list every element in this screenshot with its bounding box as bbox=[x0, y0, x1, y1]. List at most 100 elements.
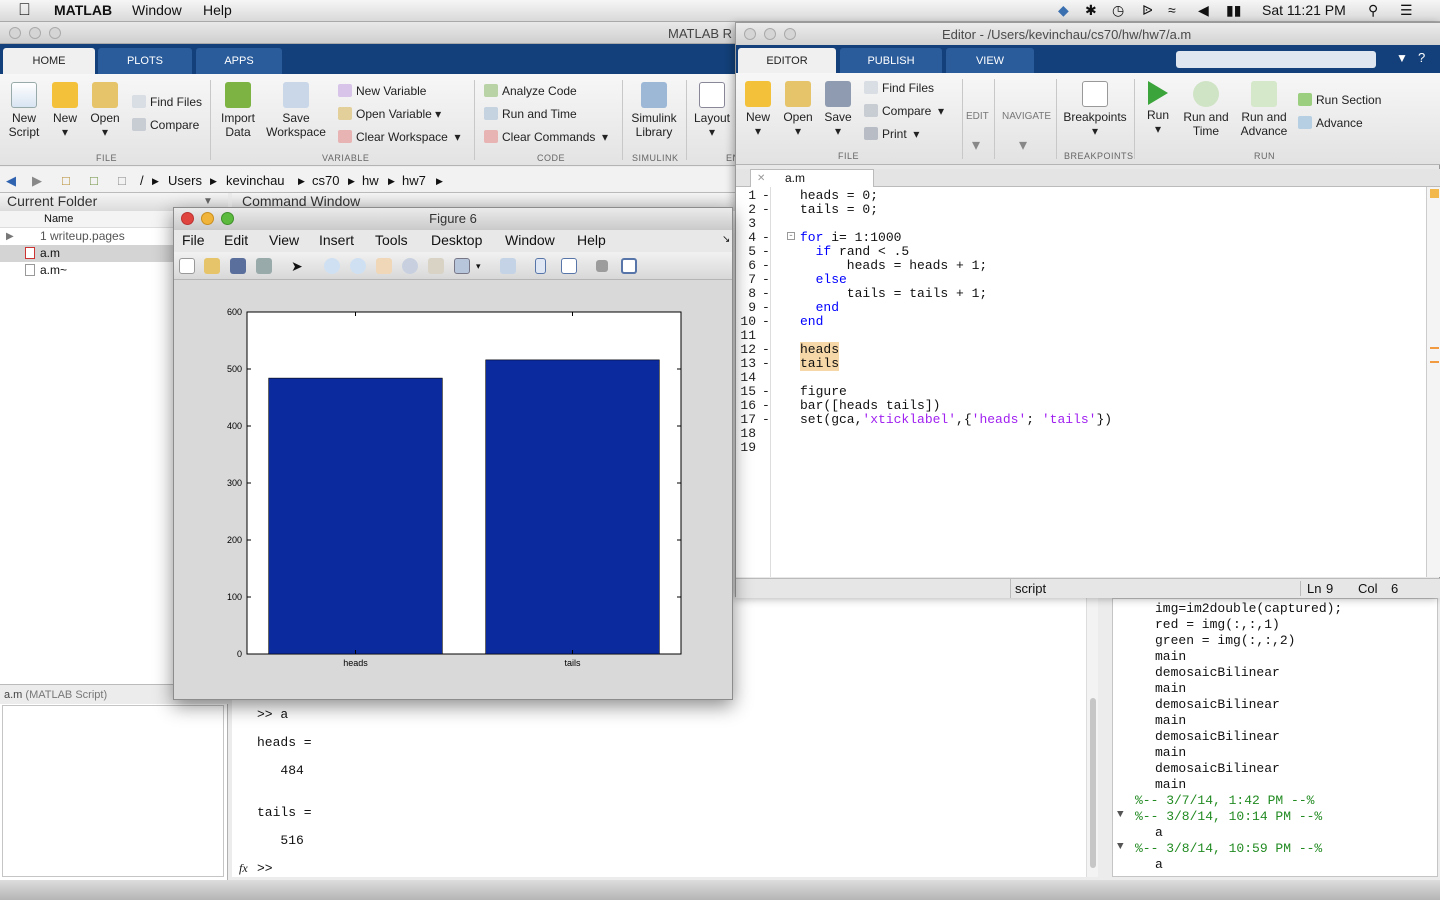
history-entry[interactable]: green = img(:,:,2) bbox=[1155, 633, 1295, 648]
expand-arrow-icon[interactable]: ▶ bbox=[6, 231, 14, 242]
tab-view[interactable]: VIEW bbox=[946, 48, 1034, 73]
breakpoint-marker[interactable]: - bbox=[762, 384, 770, 399]
breakpoint-marker[interactable]: - bbox=[762, 244, 770, 259]
new-button[interactable]: New ▾ bbox=[48, 82, 82, 139]
breakpoint-marker[interactable]: - bbox=[762, 258, 770, 273]
breakpoint-marker[interactable]: - bbox=[762, 314, 770, 329]
open-file-icon[interactable] bbox=[204, 258, 220, 274]
breakpoint-marker[interactable]: - bbox=[762, 272, 770, 287]
scroll-thumb[interactable] bbox=[1090, 698, 1096, 868]
breakpoints-button[interactable]: Breakpoints ▾ bbox=[1060, 81, 1130, 138]
up-folder-icon[interactable]: □ bbox=[62, 173, 70, 188]
history-entry[interactable]: main bbox=[1155, 777, 1186, 792]
edit-plot-icon[interactable]: ➤ bbox=[291, 258, 307, 274]
simulink-library-button[interactable]: Simulink Library bbox=[628, 82, 680, 139]
insert-legend-icon[interactable] bbox=[561, 258, 577, 274]
path-root[interactable]: / bbox=[140, 173, 144, 188]
new-variable-button[interactable]: New Variable bbox=[338, 84, 426, 98]
zoom-button[interactable] bbox=[221, 212, 234, 225]
history-entry[interactable]: main bbox=[1155, 713, 1186, 728]
pan-icon[interactable] bbox=[376, 258, 392, 274]
link-plot-icon[interactable] bbox=[500, 258, 516, 274]
fig-menu-desktop[interactable]: Desktop bbox=[431, 232, 482, 248]
insert-colorbar-icon[interactable] bbox=[535, 258, 546, 274]
run-and-advance-button[interactable]: Run and Advance bbox=[1236, 81, 1292, 138]
warning-marker[interactable] bbox=[1430, 347, 1439, 349]
compare-button[interactable]: Compare bbox=[132, 118, 199, 132]
menu-help[interactable]: Help bbox=[203, 2, 232, 18]
fig-menu-edit[interactable]: Edit bbox=[224, 232, 248, 248]
clear-workspace-button[interactable]: Clear Workspace ▾ bbox=[338, 130, 461, 144]
forward-arrow-icon[interactable]: ▶ bbox=[32, 173, 42, 189]
history-session-header[interactable]: %-- 3/8/14, 10:14 PM --% bbox=[1135, 809, 1322, 824]
close-tab-icon[interactable]: ✕ bbox=[757, 170, 765, 187]
spotlight-icon[interactable]: ⚲ bbox=[1368, 2, 1378, 19]
save-workspace-button[interactable]: Save Workspace bbox=[265, 82, 327, 139]
clear-commands-button[interactable]: Clear Commands ▾ bbox=[484, 130, 608, 144]
time-machine-icon[interactable]: ◷ bbox=[1112, 2, 1124, 19]
minimize-button[interactable] bbox=[764, 28, 776, 40]
history-entry[interactable]: main bbox=[1155, 649, 1186, 664]
browse-folder-icon[interactable]: □ bbox=[90, 173, 98, 188]
history-session-header[interactable]: %-- 3/7/14, 1:42 PM --% bbox=[1135, 793, 1314, 808]
brush-icon[interactable] bbox=[454, 258, 470, 274]
close-button[interactable] bbox=[744, 28, 756, 40]
minimize-ribbon-icon[interactable]: ▼ bbox=[1396, 51, 1408, 65]
history-entry[interactable]: demosaicBilinear bbox=[1155, 697, 1280, 712]
open-variable-button[interactable]: Open Variable ▾ bbox=[338, 107, 441, 121]
breakpoint-marker[interactable]: - bbox=[762, 342, 770, 357]
editor-find-files-button[interactable]: Find Files bbox=[864, 81, 934, 95]
advance-button[interactable]: Advance bbox=[1298, 116, 1363, 130]
panel-menu-icon[interactable]: ▼ bbox=[203, 196, 213, 207]
editor-new-button[interactable]: New ▾ bbox=[740, 81, 776, 138]
history-entry[interactable]: red = img(:,:,1) bbox=[1155, 617, 1280, 632]
close-button[interactable] bbox=[181, 212, 194, 225]
zoom-in-icon[interactable] bbox=[324, 258, 340, 274]
new-script-button[interactable]: New Script bbox=[4, 82, 44, 139]
tab-apps[interactable]: APPS bbox=[196, 48, 282, 74]
bar-heads[interactable] bbox=[268, 377, 443, 655]
analyze-code-button[interactable]: Analyze Code bbox=[484, 84, 577, 98]
history-session-header[interactable]: %-- 3/8/14, 10:59 PM --% bbox=[1135, 841, 1322, 856]
help-icon[interactable]: ? bbox=[1418, 50, 1425, 65]
path-cs70[interactable]: cs70 bbox=[312, 173, 339, 188]
dock-figure-icon[interactable]: ↘ bbox=[722, 234, 730, 245]
battery-icon[interactable]: ▮▮ bbox=[1226, 2, 1241, 19]
editor-print-button[interactable]: Print ▾ bbox=[864, 127, 919, 141]
path-users[interactable]: Users bbox=[168, 173, 202, 188]
hide-plot-tools-icon[interactable] bbox=[596, 260, 608, 272]
show-plot-tools-icon[interactable] bbox=[621, 258, 637, 274]
find-files-button[interactable]: Find Files bbox=[132, 95, 202, 109]
navigate-group-button[interactable]: NAVIGATE bbox=[1002, 111, 1051, 122]
run-and-time-button[interactable]: Run and Time bbox=[484, 107, 577, 121]
notification-center-icon[interactable]: ☰ bbox=[1400, 2, 1413, 19]
network-icon[interactable]: ✱ bbox=[1085, 2, 1097, 19]
fig-menu-file[interactable]: File bbox=[182, 232, 205, 248]
rotate-3d-icon[interactable] bbox=[402, 258, 418, 274]
history-entry[interactable]: demosaicBilinear bbox=[1155, 729, 1280, 744]
editor-scrollbar[interactable] bbox=[1426, 187, 1440, 577]
save-figure-icon[interactable] bbox=[230, 258, 246, 274]
history-entry[interactable]: demosaicBilinear bbox=[1155, 665, 1280, 680]
fig-menu-insert[interactable]: Insert bbox=[319, 232, 354, 248]
history-entry[interactable]: main bbox=[1155, 745, 1186, 760]
breakpoint-marker[interactable]: - bbox=[762, 188, 770, 203]
history-entry[interactable]: img=im2double(captured); bbox=[1155, 601, 1342, 616]
path-hw7[interactable]: hw7 bbox=[402, 173, 426, 188]
history-entry[interactable]: demosaicBilinear bbox=[1155, 761, 1280, 776]
zoom-button[interactable] bbox=[49, 27, 61, 39]
command-prompt[interactable]: >> bbox=[257, 861, 273, 876]
minimize-button[interactable] bbox=[201, 212, 214, 225]
breakpoint-marker[interactable]: - bbox=[762, 356, 770, 371]
fig-menu-tools[interactable]: Tools bbox=[375, 232, 408, 248]
fold-icon[interactable]: - bbox=[787, 232, 795, 241]
editor-run-and-time-button[interactable]: Run and Time bbox=[1180, 81, 1232, 138]
path-hw[interactable]: hw bbox=[362, 173, 379, 188]
data-cursor-icon[interactable] bbox=[428, 258, 444, 274]
breakpoint-marker[interactable]: - bbox=[762, 286, 770, 301]
tab-editor[interactable]: EDITOR bbox=[738, 48, 836, 73]
fx-icon[interactable]: fx bbox=[239, 861, 248, 876]
path-kevinchau[interactable]: kevinchau bbox=[226, 173, 285, 188]
minimize-button[interactable] bbox=[29, 27, 41, 39]
code-editor[interactable]: - 1- heads = 0; 2- tails = 0; 3 4- for i= 1:10… bbox=[736, 187, 1426, 577]
